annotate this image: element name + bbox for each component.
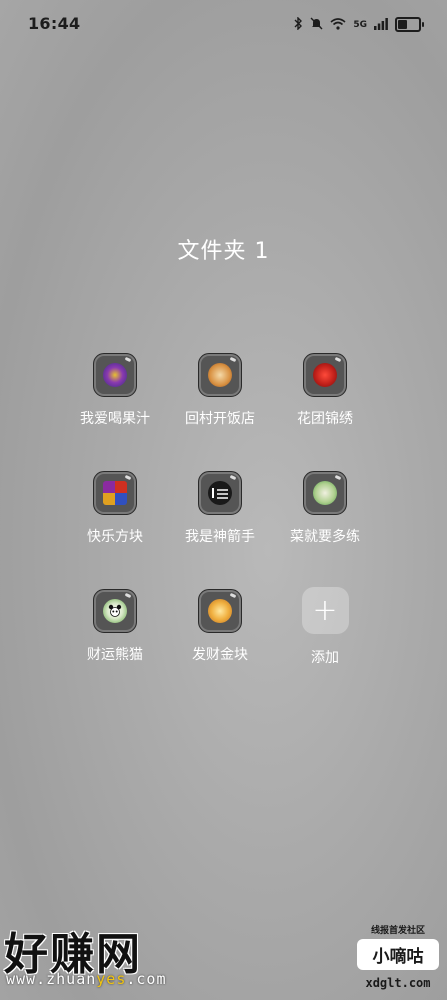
app-item[interactable]: 发财金块 — [170, 589, 270, 664]
juice-app-icon[interactable] — [93, 353, 137, 397]
app-label: 财运熊猫 — [87, 647, 143, 663]
app-label: 我是神箭手 — [185, 529, 255, 545]
watermark-right: 线报首发社区 小嘀咕 xdglt.com — [357, 923, 439, 990]
blocks-app-icon[interactable] — [93, 471, 137, 515]
watermark-left: 好赚网 www.zhuanyes.com — [0, 918, 200, 998]
restaurant-app-icon[interactable] — [198, 353, 242, 397]
app-item[interactable]: 我爱喝果汁 — [65, 353, 165, 428]
wifi-icon — [330, 15, 346, 34]
gold-app-icon[interactable] — [198, 589, 242, 633]
app-label: 发财金块 — [192, 647, 248, 663]
add-label: 添加 — [311, 650, 339, 666]
bluetooth-icon — [294, 15, 303, 34]
app-label: 菜就要多练 — [290, 529, 360, 545]
app-label: 快乐方块 — [87, 529, 143, 545]
app-label: 花团锦绣 — [297, 411, 353, 427]
app-item[interactable]: 花团锦绣 — [275, 353, 375, 428]
status-bar: 16:44 5G — [0, 0, 447, 50]
practice-app-icon[interactable] — [303, 471, 347, 515]
app-label: 回村开饭店 — [185, 411, 255, 427]
network-type: 5G — [353, 19, 367, 30]
watermark-domain: xdglt.com — [365, 976, 431, 990]
app-item[interactable]: 快乐方块 — [65, 471, 165, 546]
panda-app-icon[interactable] — [93, 589, 137, 633]
add-app-item[interactable]: + 添加 — [275, 587, 375, 667]
app-item[interactable]: 菜就要多练 — [275, 471, 375, 546]
app-item[interactable]: 我是神箭手 — [170, 471, 270, 546]
battery-icon — [395, 17, 424, 32]
app-label: 我爱喝果汁 — [80, 411, 150, 427]
signal-icon — [374, 15, 388, 34]
status-icons: 5G — [294, 15, 424, 34]
archer-app-icon[interactable] — [198, 471, 242, 515]
watermark-url: www.zhuanyes.com — [6, 970, 167, 988]
watermark-tagline: 线报首发社区 — [370, 926, 425, 936]
clock: 16:44 — [28, 14, 81, 33]
plus-icon: + — [312, 593, 338, 628]
mute-icon — [310, 15, 323, 34]
watermark-brand: 小嘀咕 — [357, 939, 439, 970]
flower-app-icon[interactable] — [303, 353, 347, 397]
app-item[interactable]: 回村开饭店 — [170, 353, 270, 428]
add-button[interactable]: + — [301, 587, 349, 634]
app-item[interactable]: 财运熊猫 — [65, 589, 165, 664]
folder-title[interactable]: 文件夹 1 — [0, 233, 447, 265]
